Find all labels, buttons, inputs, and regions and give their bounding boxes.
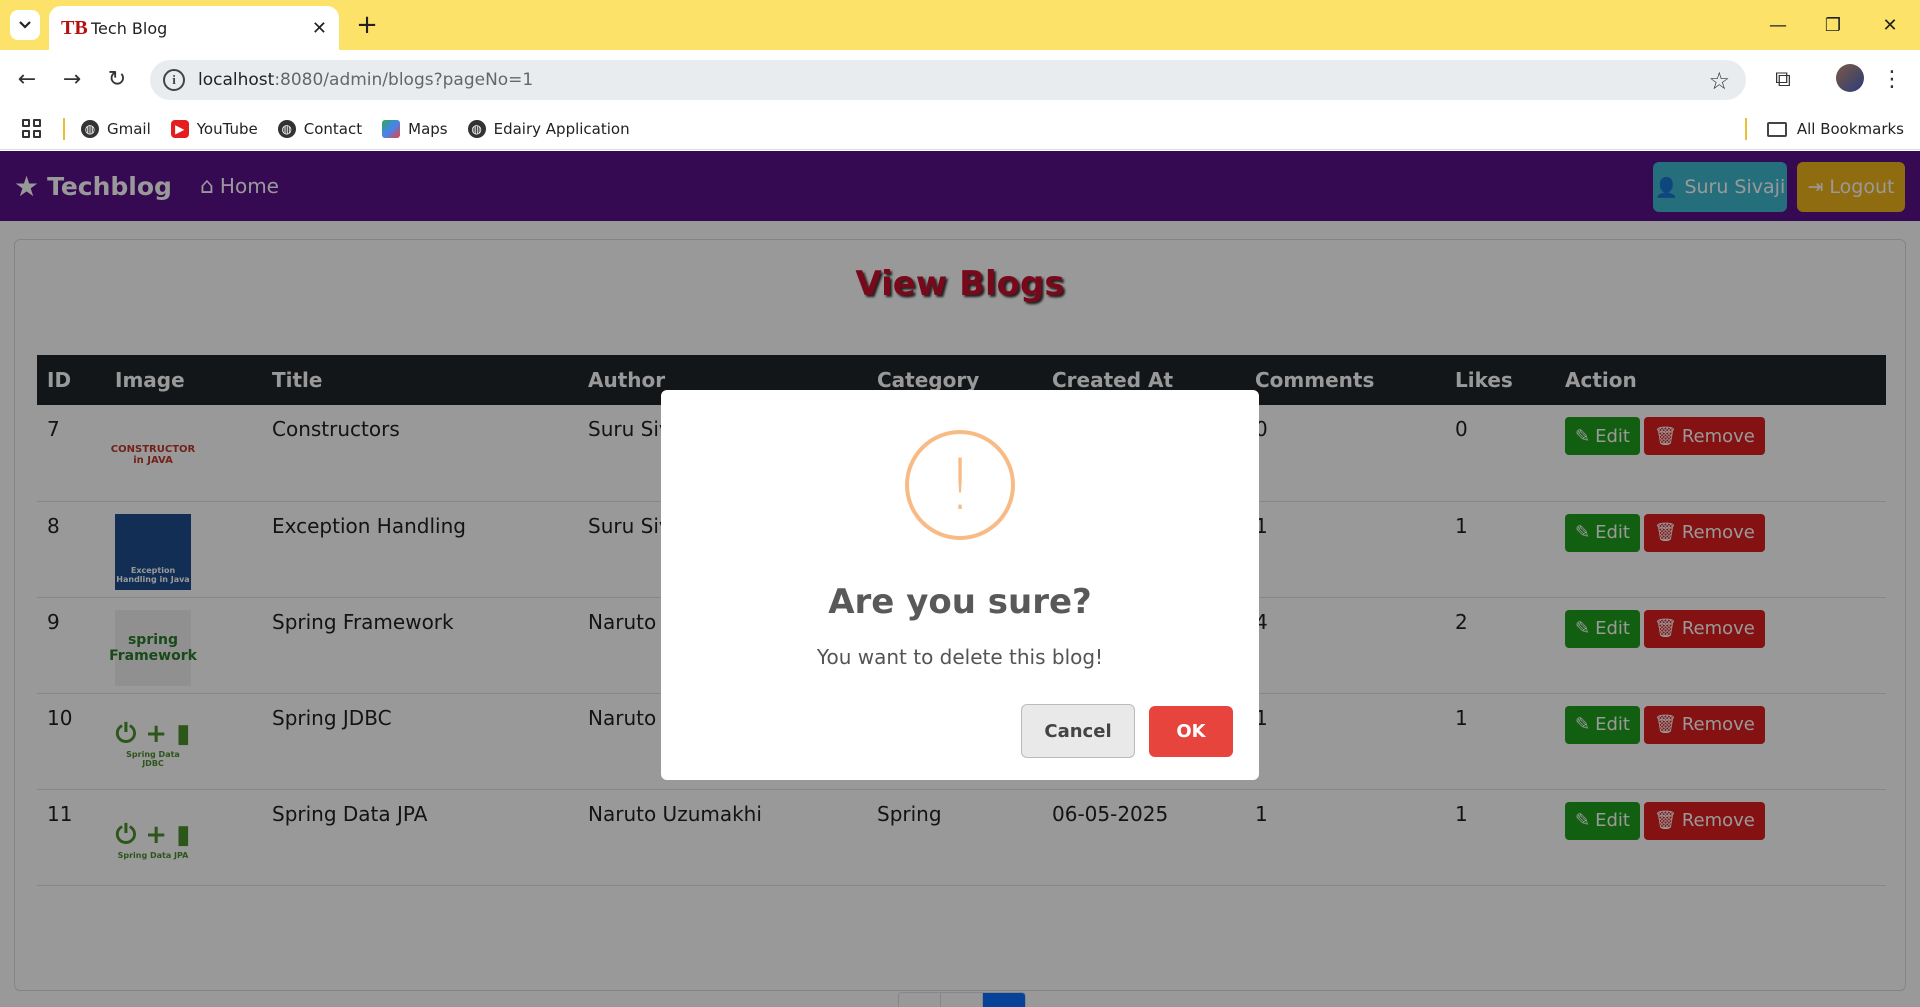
address-bar[interactable]: i localhost:8080/admin/blogs?pageNo=1 ☆ — [150, 60, 1746, 100]
tab-close-icon[interactable]: ✕ — [312, 18, 327, 39]
menu-icon[interactable]: ⋮ — [1880, 64, 1904, 94]
bookmark-contact[interactable]: ◍ Contact — [277, 119, 362, 138]
close-window-button[interactable]: ✕ — [1870, 10, 1910, 40]
bookmark-star-icon[interactable]: ☆ — [1708, 67, 1730, 95]
site-info-icon[interactable]: i — [163, 69, 185, 91]
back-button[interactable]: ← — [12, 64, 42, 94]
dialog-message: You want to delete this blog! — [816, 645, 1104, 669]
folder-icon — [1766, 121, 1787, 137]
dialog-title: Are you sure? — [828, 582, 1092, 622]
bookmark-edairy[interactable]: ◍ Edairy Application — [467, 119, 630, 138]
restore-button[interactable]: ❐ — [1813, 10, 1853, 40]
apps-icon[interactable] — [22, 119, 41, 138]
avatar[interactable] — [1836, 64, 1864, 92]
maps-icon — [382, 119, 401, 138]
minimize-button[interactable]: — — [1758, 10, 1798, 40]
browser-toolbar: ← → ↻ i localhost:8080/admin/blogs?pageN… — [0, 50, 1920, 108]
tab-title: Tech Blog — [91, 18, 168, 38]
globe-icon: ◍ — [81, 119, 99, 138]
browser-tab[interactable]: TB Tech Blog ✕ — [49, 6, 339, 50]
all-bookmarks[interactable]: All Bookmarks — [1744, 118, 1904, 140]
globe-icon: ◍ — [467, 119, 486, 138]
youtube-icon: ▶ — [170, 119, 189, 138]
chevron-down-icon — [19, 21, 31, 29]
extensions-icon[interactable]: ⧉ — [1768, 64, 1798, 94]
bookmark-gmail[interactable]: ◍ Gmail — [81, 119, 151, 138]
new-tab-button[interactable]: + — [352, 10, 382, 40]
cancel-button[interactable]: Cancel — [1021, 704, 1135, 758]
ok-button[interactable]: OK — [1149, 706, 1233, 757]
confirm-dialog: ! Are you sure? You want to delete this … — [661, 390, 1259, 780]
tab-favicon-icon: TB — [61, 16, 88, 39]
bookmarks-divider — [63, 117, 65, 140]
url-text: localhost:8080/admin/blogs?pageNo=1 — [198, 70, 534, 90]
bookmark-youtube[interactable]: ▶ YouTube — [170, 119, 258, 138]
bookmark-maps[interactable]: Maps — [382, 119, 448, 138]
reload-button[interactable]: ↻ — [102, 64, 132, 94]
bookmarks-bar: ◍ Gmail ▶ YouTube ◍ Contact Maps ◍ Edairy Ap… — [0, 108, 1920, 150]
forward-button[interactable]: → — [57, 64, 87, 94]
browser-tab-bar: TB Tech Blog ✕ + — ❐ ✕ — [0, 0, 1920, 50]
warning-icon: ! — [905, 430, 1015, 540]
tab-search-button[interactable] — [10, 10, 40, 40]
globe-icon: ◍ — [277, 119, 296, 138]
